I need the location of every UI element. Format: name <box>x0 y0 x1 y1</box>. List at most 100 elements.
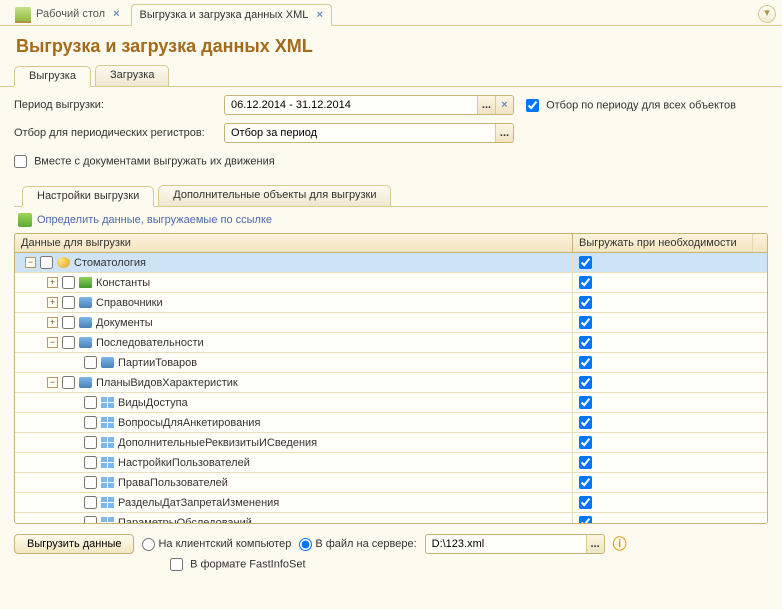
tree-row-checkbox[interactable] <box>62 376 75 389</box>
tree-row-checkbox[interactable] <box>40 256 53 269</box>
folder-icon <box>57 257 70 268</box>
tree-row[interactable]: ПраваПользователей <box>15 473 767 493</box>
col-required[interactable]: Выгружать при необходимости <box>573 234 753 252</box>
with-docs-checkbox[interactable] <box>14 155 27 168</box>
tree-row-checkbox[interactable] <box>84 416 97 429</box>
collapse-icon[interactable]: − <box>47 337 58 348</box>
tree-row-checkbox[interactable] <box>84 436 97 449</box>
tree-row[interactable]: ДополнительныеРеквизитыИСведения <box>15 433 767 453</box>
tree-row-label: ПланыВидовХарактеристик <box>96 377 238 389</box>
tree-row-checkbox[interactable] <box>84 516 97 523</box>
tab-xml-label: Выгрузка и загрузка данных XML <box>140 9 309 21</box>
tree-row-label: Документы <box>96 317 153 329</box>
tab-import[interactable]: Загрузка <box>95 65 169 86</box>
tree-row-required-checkbox[interactable] <box>579 316 592 329</box>
tree-row-required-checkbox[interactable] <box>579 356 592 369</box>
tree-row-required-checkbox[interactable] <box>579 496 592 509</box>
collapse-icon[interactable]: − <box>47 377 58 388</box>
path-input[interactable] <box>426 538 586 550</box>
filter-all-text: Отбор по периоду для всех объектов <box>546 99 736 111</box>
tree-row-label: ДополнительныеРеквизитыИСведения <box>118 437 317 449</box>
path-browse-button[interactable]: ... <box>586 535 604 553</box>
tree-row[interactable]: + Константы <box>15 273 767 293</box>
table-body[interactable]: −Стоматология + Константы + Справочники + Доку… <box>15 253 767 523</box>
help-icon[interactable]: ⓘ <box>613 534 627 554</box>
tree-row[interactable]: НастройкиПользователей <box>15 453 767 473</box>
collapse-icon[interactable]: − <box>25 257 36 268</box>
tree-row[interactable]: ВидыДоступа <box>15 393 767 413</box>
tree-row[interactable]: −Последовательности <box>15 333 767 353</box>
fastinfoset-label[interactable]: В формате FastInfoSet <box>170 558 306 571</box>
to-server-radio[interactable] <box>299 538 312 551</box>
close-icon[interactable]: × <box>316 9 322 21</box>
tree-row-checkbox[interactable] <box>84 396 97 409</box>
window-menu-button[interactable]: ▾ <box>758 5 776 23</box>
grid-icon <box>101 437 114 448</box>
tree-row-checkbox[interactable] <box>62 336 75 349</box>
expand-placeholder <box>69 357 80 368</box>
tab-xml[interactable]: Выгрузка и загрузка данных XML × <box>131 4 332 26</box>
period-label: Период выгрузки: <box>14 99 224 111</box>
periodic-input[interactable] <box>225 127 495 139</box>
tree-row-required-checkbox[interactable] <box>579 436 592 449</box>
tree-row-required-checkbox[interactable] <box>579 276 592 289</box>
close-icon[interactable]: × <box>113 8 119 20</box>
tree-row-required-checkbox[interactable] <box>579 296 592 309</box>
data-tree-table: Данные для выгрузки Выгружать при необхо… <box>14 233 768 524</box>
tree-row[interactable]: + Документы <box>15 313 767 333</box>
expand-icon[interactable]: + <box>47 317 58 328</box>
tree-row-required-checkbox[interactable] <box>579 376 592 389</box>
detect-link[interactable]: Определить данные, выгружаемые по ссылке <box>0 207 782 231</box>
tree-row[interactable]: + Справочники <box>15 293 767 313</box>
tree-row-label: ПраваПользователей <box>118 477 228 489</box>
expand-icon[interactable]: + <box>47 277 58 288</box>
export-button[interactable]: Выгрузить данные <box>14 534 134 554</box>
to-server-label[interactable]: В файл на сервере: <box>299 538 416 551</box>
tab-export[interactable]: Выгрузка <box>14 66 91 87</box>
item-icon <box>101 357 114 368</box>
tree-row-checkbox[interactable] <box>84 476 97 489</box>
tree-row[interactable]: ПараметрыОбследований <box>15 513 767 523</box>
tree-row-required-checkbox[interactable] <box>579 416 592 429</box>
period-input[interactable] <box>225 99 477 111</box>
tree-row[interactable]: − ПланыВидовХарактеристик <box>15 373 767 393</box>
tree-row-required-checkbox[interactable] <box>579 256 592 269</box>
tree-row[interactable]: РазделыДатЗапретаИзменения <box>15 493 767 513</box>
periodic-select-button[interactable]: ... <box>495 124 513 142</box>
detect-link-text: Определить данные, выгружаемые по ссылке <box>37 214 272 226</box>
filter-all-checkbox[interactable] <box>526 99 539 112</box>
tab-additional[interactable]: Дополнительные объекты для выгрузки <box>158 185 391 206</box>
tab-desktop[interactable]: Рабочий стол × <box>6 3 129 25</box>
tree-row-checkbox[interactable] <box>84 456 97 469</box>
tree-row[interactable]: ПартииТоваров <box>15 353 767 373</box>
table-header: Данные для выгрузки Выгружать при необхо… <box>15 234 767 253</box>
expand-icon[interactable]: + <box>47 297 58 308</box>
tree-row-label: Константы <box>96 277 150 289</box>
tree-row-checkbox[interactable] <box>62 296 75 309</box>
period-clear-button[interactable]: × <box>495 96 513 114</box>
tree-row[interactable]: ВопросыДляАнкетирования <box>15 413 767 433</box>
tree-row-label: ВопросыДляАнкетирования <box>118 417 260 429</box>
tree-row-required-checkbox[interactable] <box>579 336 592 349</box>
tree-row-required-checkbox[interactable] <box>579 476 592 489</box>
fastinfoset-text: В формате FastInfoSet <box>190 558 305 570</box>
col-data[interactable]: Данные для выгрузки <box>15 234 573 252</box>
tree-row-required-checkbox[interactable] <box>579 516 592 523</box>
scrollbar-header <box>753 234 767 252</box>
tree-row-checkbox[interactable] <box>84 356 97 369</box>
with-docs-label[interactable]: Вместе с документами выгружать их движен… <box>14 155 275 168</box>
tree-row[interactable]: −Стоматология <box>15 253 767 273</box>
tree-row-required-checkbox[interactable] <box>579 456 592 469</box>
to-client-radio[interactable] <box>142 538 155 551</box>
tree-row-label: Справочники <box>96 297 163 309</box>
settings-tabs: Настройки выгрузки Дополнительные объект… <box>14 185 768 207</box>
tree-row-checkbox[interactable] <box>62 316 75 329</box>
to-client-label[interactable]: На клиентский компьютер <box>142 538 291 551</box>
tab-settings[interactable]: Настройки выгрузки <box>22 186 154 207</box>
tree-row-checkbox[interactable] <box>84 496 97 509</box>
period-select-button[interactable]: ... <box>477 96 495 114</box>
tree-row-required-checkbox[interactable] <box>579 396 592 409</box>
filter-all-label[interactable]: Отбор по периоду для всех объектов <box>526 99 736 112</box>
fastinfoset-checkbox[interactable] <box>170 558 183 571</box>
tree-row-checkbox[interactable] <box>62 276 75 289</box>
